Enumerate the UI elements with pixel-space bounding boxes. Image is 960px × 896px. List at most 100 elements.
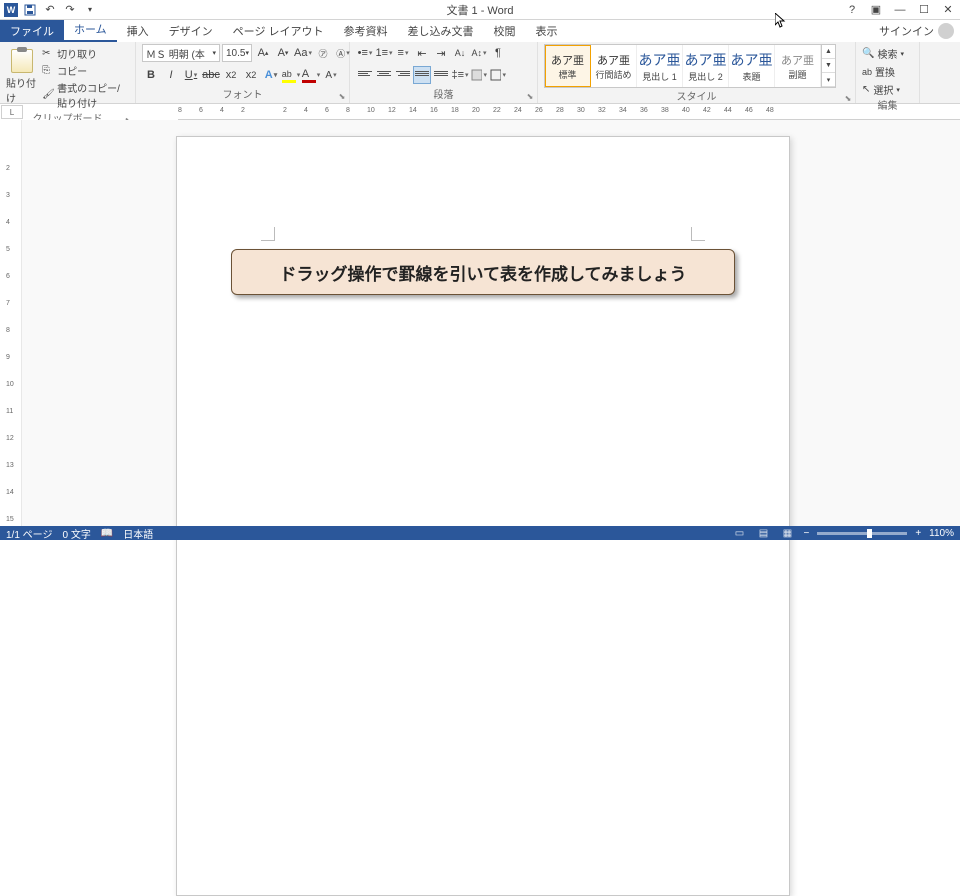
decrease-indent-button[interactable]: ⇤ [413,44,431,62]
vruler-tick: 15 [6,516,14,523]
ruler-tick: 44 [724,107,732,114]
style-title[interactable]: あア亜表題 [729,45,775,87]
tab-home[interactable]: ホーム [64,18,117,42]
help-button[interactable]: ? [840,0,864,20]
change-case-button[interactable]: Aa [294,44,312,62]
align-right-button[interactable] [394,66,412,84]
styles-dialog-launcher[interactable]: ⬊ [843,94,853,104]
web-layout-button[interactable]: ▦ [779,527,795,539]
zoom-slider[interactable] [817,532,907,535]
show-marks-button[interactable]: ¶ [489,44,507,62]
bullets-button[interactable]: •≡ [356,44,374,62]
tab-view[interactable]: 表示 [526,20,568,42]
font-color-button[interactable]: A [302,66,320,84]
redo-icon[interactable]: ↷ [62,2,78,18]
underline-button[interactable]: U [182,66,200,84]
cut-label: 切り取り [57,46,97,61]
select-button[interactable]: ↖選択▾ [862,82,904,97]
zoom-in-button[interactable]: + [915,528,921,539]
ruler-tick: 6 [199,107,203,114]
style-name: 見出し 1 [642,70,677,83]
style-gallery[interactable]: あア亜標準 あア亜行間詰め あア亜見出し 1 あア亜見出し 2 あア亜表題 あア… [544,44,836,88]
style-sample: あア亜 [551,52,584,68]
document-page[interactable]: ドラッグ操作で罫線を引いて表を作成してみましょう [176,136,790,896]
word-count[interactable]: 0 文字 [62,526,90,541]
font-size-combo[interactable]: 10.5▾ [222,44,252,62]
shrink-font-button[interactable]: A▾ [274,44,292,62]
language-indicator[interactable]: 日本語 [123,526,153,541]
close-button[interactable]: ✕ [936,0,960,20]
ruler-tick: 14 [409,107,417,114]
font-dialog-launcher[interactable]: ⬊ [337,92,347,102]
italic-button[interactable]: I [162,66,180,84]
sort-button[interactable]: A↕ [470,44,488,62]
style-heading2[interactable]: あア亜見出し 2 [683,45,729,87]
style-nospacing[interactable]: あア亜行間詰め [591,45,637,87]
copy-button[interactable]: ⎘コピー [42,63,129,78]
style-sample: あア亜 [781,52,814,68]
save-icon[interactable] [22,2,38,18]
find-button[interactable]: 🔍検索▾ [862,46,904,61]
tab-review[interactable]: 校閲 [484,20,526,42]
increase-indent-button[interactable]: ⇥ [432,44,450,62]
numbering-button[interactable]: 1≡ [375,44,393,62]
maximize-button[interactable]: ☐ [912,0,936,20]
ruler-tick: 2 [241,107,245,114]
ruler-tick: 24 [514,107,522,114]
zoom-level[interactable]: 110% [929,528,954,539]
tab-mailings[interactable]: 差し込み文書 [398,20,484,42]
cut-button[interactable]: ✂切り取り [42,46,129,61]
zoom-out-button[interactable]: − [803,528,809,539]
bold-button[interactable]: B [142,66,160,84]
style-scroll-up[interactable]: ▲ [822,45,835,59]
distribute-button[interactable] [432,66,450,84]
vruler-tick: 14 [6,489,14,496]
vruler-tick: 3 [6,192,10,199]
spellcheck-icon[interactable]: 📖 [101,528,113,539]
strikethrough-button[interactable]: abc [202,66,220,84]
paragraph-dialog-launcher[interactable]: ⬊ [525,92,535,102]
ruler-tick: 26 [535,107,543,114]
align-justify-button[interactable] [413,66,431,84]
line-spacing-button[interactable]: ‡≡ [451,66,469,84]
superscript-button[interactable]: x2 [242,66,260,84]
align-center-button[interactable] [375,66,393,84]
style-scroll-down[interactable]: ▼ [822,59,835,73]
vruler-tick: 11 [6,408,13,415]
undo-icon[interactable]: ↶ [42,2,58,18]
borders-button[interactable] [489,66,507,84]
highlight-button[interactable]: ab [282,66,300,84]
page-indicator[interactable]: 1/1 ページ [6,526,52,541]
phonetic-guide-button[interactable]: ㋐ [314,44,332,62]
paste-button[interactable]: 貼り付け [6,44,38,110]
style-expand[interactable]: ▾ [822,73,835,87]
subscript-button[interactable]: x2 [222,66,240,84]
tab-design[interactable]: デザイン [159,20,223,42]
style-subtitle[interactable]: あア亜副題 [775,45,821,87]
vertical-ruler[interactable]: 23456789101112131415 [0,120,22,526]
ribbon-display-options[interactable]: ▣ [864,0,888,20]
tab-pagelayout[interactable]: ページ レイアウト [223,20,334,42]
style-normal[interactable]: あア亜標準 [545,45,591,87]
shading-button[interactable] [470,66,488,84]
ruler-tick: 46 [745,107,753,114]
multilevel-button[interactable]: ≡ [394,44,412,62]
horizontal-ruler[interactable]: 8642246810121416182022242628303234363840… [178,104,960,120]
tab-file[interactable]: ファイル [0,20,64,42]
char-shading-button[interactable]: A [322,66,340,84]
read-mode-button[interactable]: ▭ [731,527,747,539]
ltr-button[interactable]: A↓ [451,44,469,62]
print-layout-button[interactable]: ▤ [755,527,771,539]
font-name-combo[interactable]: ＭＳ 明朝 (本▾ [142,44,220,62]
signin-link[interactable]: サインイン [873,20,960,42]
tab-references[interactable]: 参考資料 [334,20,398,42]
replace-button[interactable]: ab置換 [862,64,904,79]
style-heading1[interactable]: あア亜見出し 1 [637,45,683,87]
grow-font-button[interactable]: A▴ [254,44,272,62]
format-painter-button[interactable]: 🖌書式のコピー/貼り付け [42,80,129,110]
align-left-button[interactable] [356,66,374,84]
qat-customize-icon[interactable]: ▾ [82,2,98,18]
tab-insert[interactable]: 挿入 [117,20,159,42]
text-effects-button[interactable]: A [262,66,280,84]
minimize-button[interactable]: — [888,0,912,20]
